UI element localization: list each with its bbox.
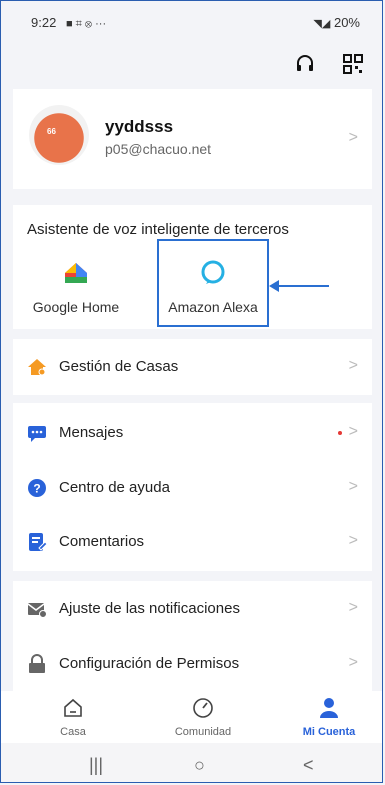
lock-icon: [29, 654, 45, 673]
home-manage-icon: [28, 359, 46, 376]
system-nav-bar: ||| ○ <: [1, 743, 382, 782]
tab-casa[interactable]: Casa: [23, 697, 123, 738]
battery-level: 20%: [333, 15, 360, 30]
help-icon: ?: [28, 479, 46, 497]
user-icon: [320, 698, 338, 718]
menu-group-support: Mensajes > ? Centro de ayuda > Comentari…: [13, 403, 372, 571]
house-icon: [64, 698, 82, 717]
status-notification-icons: ■ ⌗ ⊗ ···: [65, 18, 107, 30]
unread-dot: [338, 431, 342, 435]
google-home-label: Google Home: [32, 299, 120, 315]
menu-label-homes: Gestión de Casas: [59, 358, 179, 375]
menu-item-permissions[interactable]: Configuración de Permisos >: [13, 637, 372, 691]
chevron-right-icon: >: [348, 532, 358, 549]
status-right: ◥◢ 20%: [313, 15, 360, 30]
notification-settings-icon: [27, 603, 47, 618]
chevron-right-icon: >: [348, 423, 358, 440]
menu-label-notifications: Ajuste de las notificaciones: [59, 600, 240, 617]
signal-icon: ◥◢: [313, 18, 331, 30]
google-home-icon: [65, 263, 87, 283]
tab-label-casa: Casa: [60, 726, 86, 738]
app-screen: 9:22 ■ ⌗ ⊗ ··· ◥◢ 20% 66 yyddsss p05@cha…: [0, 0, 383, 783]
menu-label-messages: Mensajes: [59, 424, 124, 441]
google-home-item[interactable]: Google Home: [21, 255, 131, 325]
menu-group-settings: Ajuste de las notificaciones > Configura…: [13, 581, 372, 691]
home-button-icon[interactable]: ○: [194, 755, 205, 776]
menu-item-feedback[interactable]: Comentarios >: [13, 515, 372, 569]
message-icon: [28, 426, 46, 442]
menu-label-permissions: Configuración de Permisos: [59, 655, 240, 672]
chevron-right-icon: >: [348, 357, 358, 374]
bottom-tab-bar: Casa Comunidad Mi Cuenta: [1, 691, 382, 743]
back-icon[interactable]: <: [303, 755, 314, 776]
user-email: p05@chacuo.net: [105, 141, 212, 157]
menu-item-messages[interactable]: Mensajes >: [13, 406, 372, 460]
menu-group-homes: Gestión de Casas >: [13, 339, 372, 395]
qr-scan-icon[interactable]: [342, 53, 364, 75]
status-bar: 9:22 ■ ⌗ ⊗ ··· ◥◢ 20%: [1, 1, 382, 41]
top-actions: [294, 53, 364, 75]
annotation-arrow-icon: [269, 280, 329, 292]
avatar: 66: [29, 105, 89, 165]
tab-label-mi-cuenta: Mi Cuenta: [302, 726, 356, 738]
headset-icon[interactable]: [294, 53, 316, 75]
compass-icon: [193, 698, 213, 718]
menu-label-feedback: Comentarios: [59, 533, 145, 550]
chevron-right-icon: >: [348, 478, 358, 495]
recent-apps-icon[interactable]: |||: [89, 755, 103, 776]
feedback-icon: [29, 533, 47, 551]
chevron-right-icon: >: [348, 599, 358, 616]
user-name: yyddsss: [105, 117, 174, 136]
profile-card[interactable]: 66 yyddsss p05@chacuo.net >: [13, 89, 372, 189]
avatar-text: 66: [47, 127, 56, 136]
menu-label-help: Centro de ayuda: [59, 479, 170, 496]
voice-section-title: Asistente de voz inteligente de terceros: [27, 221, 289, 238]
chevron-right-icon: >: [348, 654, 358, 671]
menu-item-help[interactable]: ? Centro de ayuda >: [13, 461, 372, 515]
menu-item-notifications[interactable]: Ajuste de las notificaciones >: [13, 582, 372, 636]
status-time: 9:22: [31, 15, 57, 30]
highlight-box: [157, 239, 269, 327]
svg-text:?: ?: [33, 482, 40, 496]
status-time-group: 9:22 ■ ⌗ ⊗ ···: [31, 15, 106, 31]
tab-comunidad[interactable]: Comunidad: [153, 697, 253, 738]
tab-mi-cuenta[interactable]: Mi Cuenta: [279, 697, 379, 738]
voice-assistant-card: Asistente de voz inteligente de terceros…: [13, 205, 372, 329]
menu-item-homes[interactable]: Gestión de Casas >: [13, 340, 372, 394]
tab-label-comunidad: Comunidad: [174, 726, 232, 738]
chevron-right-icon: >: [348, 129, 358, 146]
